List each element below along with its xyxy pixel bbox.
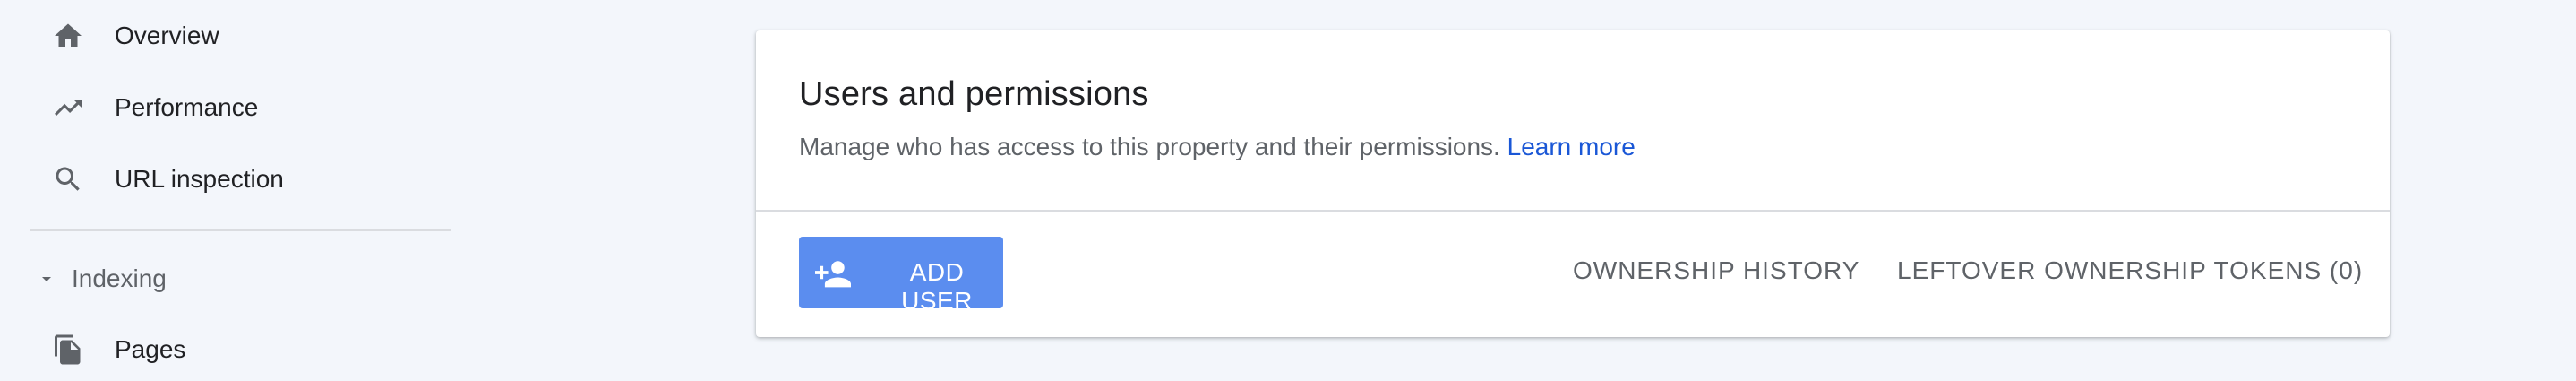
sidebar-section-indexing[interactable]: Indexing <box>0 247 448 310</box>
card-title: Users and permissions <box>799 75 1149 113</box>
sidebar: Overview Performance URL inspection Inde… <box>0 0 457 375</box>
home-icon <box>50 18 86 54</box>
sidebar-section-label: Indexing <box>72 264 167 292</box>
sidebar-item-label: URL inspection <box>115 165 284 193</box>
search-icon <box>50 161 86 197</box>
pages-icon <box>50 332 86 368</box>
sidebar-item-label: Pages <box>115 335 186 363</box>
person-add-icon <box>813 255 853 290</box>
card-description-text: Manage who has access to this property a… <box>799 133 1500 160</box>
sidebar-item-overview[interactable]: Overview <box>0 4 448 67</box>
ownership-history-button[interactable]: OWNERSHIP HISTORY <box>1573 256 1859 285</box>
learn-more-link[interactable]: Learn more <box>1507 133 1636 160</box>
add-user-button[interactable]: ADD USER <box>799 237 1003 315</box>
sidebar-item-performance[interactable]: Performance <box>0 76 448 139</box>
sidebar-item-pages[interactable]: Pages <box>0 318 448 381</box>
sidebar-item-label: Performance <box>115 93 259 121</box>
card-divider <box>756 210 2390 212</box>
add-user-label: ADD USER <box>901 258 973 315</box>
trending-up-icon <box>50 90 86 126</box>
sidebar-divider <box>30 229 451 231</box>
card-description: Manage who has access to this property a… <box>799 133 1636 161</box>
leftover-ownership-tokens-button[interactable]: LEFTOVER OWNERSHIP TOKENS (0) <box>1897 256 2363 285</box>
caret-down-icon <box>36 268 57 290</box>
sidebar-item-url-inspection[interactable]: URL inspection <box>0 148 448 211</box>
users-permissions-card: Users and permissions Manage who has acc… <box>756 30 2390 337</box>
sidebar-item-label: Overview <box>115 22 219 49</box>
